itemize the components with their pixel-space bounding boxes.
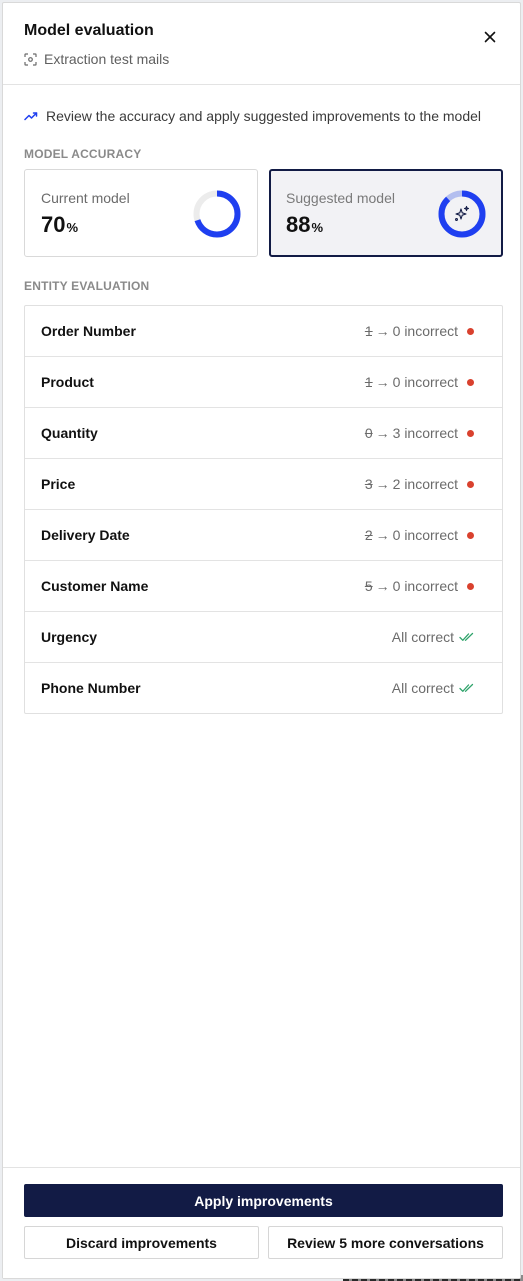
- arrow-right-icon: →: [375, 323, 390, 339]
- entity-row[interactable]: Phone Number All correct: [25, 663, 502, 713]
- previous-incorrect-count: 1: [364, 323, 373, 339]
- entity-row[interactable]: Delivery Date 2 → 0 incorrect: [25, 510, 502, 561]
- entity-name: Delivery Date: [41, 527, 130, 543]
- sparkle-icon: [455, 205, 470, 221]
- error-dot-icon: [467, 429, 474, 437]
- double-check-icon: [459, 680, 474, 696]
- current-accuracy-donut: [193, 190, 241, 238]
- entity-status: 1 → 0 incorrect: [365, 323, 474, 339]
- entity-name: Price: [41, 476, 76, 492]
- entity-row[interactable]: Quantity 0 → 3 incorrect: [25, 408, 502, 459]
- current-model-card[interactable]: Current model 70%: [24, 169, 258, 257]
- model-evaluation-panel: Model evaluation Extraction test mails R…: [2, 2, 521, 1279]
- entity-status: 3 → 2 incorrect: [365, 476, 474, 492]
- error-dot-icon: [467, 531, 474, 539]
- error-dot-icon: [467, 378, 474, 386]
- suggested-model-value: 88%: [286, 212, 324, 237]
- entity-row[interactable]: Order Number 1 → 0 incorrect: [25, 306, 502, 357]
- status-text: 0 incorrect: [392, 578, 458, 594]
- error-dot-icon: [467, 327, 474, 335]
- entity-status: 1 → 0 incorrect: [365, 374, 474, 390]
- scan-icon: [24, 52, 37, 66]
- arrow-right-icon: →: [375, 527, 390, 543]
- entity-name: Phone Number: [41, 680, 141, 696]
- suggested-accuracy-donut: [438, 190, 486, 238]
- entity-status: 2 → 0 incorrect: [365, 527, 474, 543]
- donut-progress: [438, 190, 486, 238]
- entity-name: Customer Name: [41, 578, 149, 594]
- entity-row[interactable]: Price 3 → 2 incorrect: [25, 459, 502, 510]
- suggested-model-card[interactable]: Suggested model 88%: [269, 169, 503, 257]
- close-button[interactable]: [480, 29, 500, 49]
- entity-status: All correct: [392, 680, 474, 696]
- previous-incorrect-count: 3: [364, 476, 373, 492]
- arrow-right-icon: →: [375, 578, 390, 594]
- current-model-label: Current model: [41, 190, 130, 206]
- arrow-right-icon: →: [375, 425, 390, 441]
- panel-footer: Apply improvements Discard improvements …: [3, 1167, 520, 1278]
- previous-incorrect-count: 5: [364, 578, 373, 594]
- entity-list: Order Number 1 → 0 incorrect Product 1 → 0 inco…: [24, 305, 503, 714]
- arrow-right-icon: →: [375, 476, 390, 492]
- trending-up-icon: [24, 108, 38, 124]
- info-line: Review the accuracy and apply suggested …: [24, 108, 481, 124]
- status-text: 0 incorrect: [392, 374, 458, 390]
- discard-improvements-button[interactable]: Discard improvements: [24, 1226, 259, 1259]
- entity-row[interactable]: Product 1 → 0 incorrect: [25, 357, 502, 408]
- error-dot-icon: [467, 582, 474, 590]
- entity-status: All correct: [392, 629, 474, 645]
- entity-name: Quantity: [41, 425, 98, 441]
- status-text: 3 incorrect: [392, 425, 458, 441]
- close-icon: [484, 30, 496, 48]
- subtitle-text: Extraction test mails: [44, 51, 170, 67]
- panel-subtitle: Extraction test mails: [24, 51, 169, 67]
- status-text: 2 incorrect: [392, 476, 458, 492]
- model-accuracy-label: MODEL ACCURACY: [24, 147, 142, 161]
- suggested-model-label: Suggested model: [286, 190, 395, 206]
- info-text: Review the accuracy and apply suggested …: [46, 108, 482, 124]
- entity-row[interactable]: Urgency All correct: [25, 612, 502, 663]
- panel-header: Model evaluation Extraction test mails: [3, 3, 520, 85]
- previous-incorrect-count: 1: [364, 374, 373, 390]
- panel-title: Model evaluation: [24, 22, 154, 39]
- review-more-conversations-button[interactable]: Review 5 more conversations: [268, 1226, 503, 1259]
- apply-improvements-button[interactable]: Apply improvements: [24, 1184, 503, 1217]
- entity-name: Order Number: [41, 323, 136, 339]
- entity-status: 0 → 3 incorrect: [365, 425, 474, 441]
- entity-evaluation-label: ENTITY EVALUATION: [24, 279, 150, 293]
- entity-name: Product: [41, 374, 94, 390]
- entity-name: Urgency: [41, 629, 98, 645]
- entity-status: 5 → 0 incorrect: [365, 578, 474, 594]
- arrow-right-icon: →: [375, 374, 390, 390]
- previous-incorrect-count: 0: [364, 425, 373, 441]
- status-text: 0 incorrect: [392, 527, 458, 543]
- status-text: 0 incorrect: [392, 323, 458, 339]
- double-check-icon: [459, 629, 474, 645]
- error-dot-icon: [467, 480, 474, 488]
- previous-incorrect-count: 2: [364, 527, 373, 543]
- status-text: All correct: [391, 629, 454, 645]
- current-model-value: 70%: [41, 212, 79, 237]
- status-text: All correct: [391, 680, 454, 696]
- entity-row[interactable]: Customer Name 5 → 0 incorrect: [25, 561, 502, 612]
